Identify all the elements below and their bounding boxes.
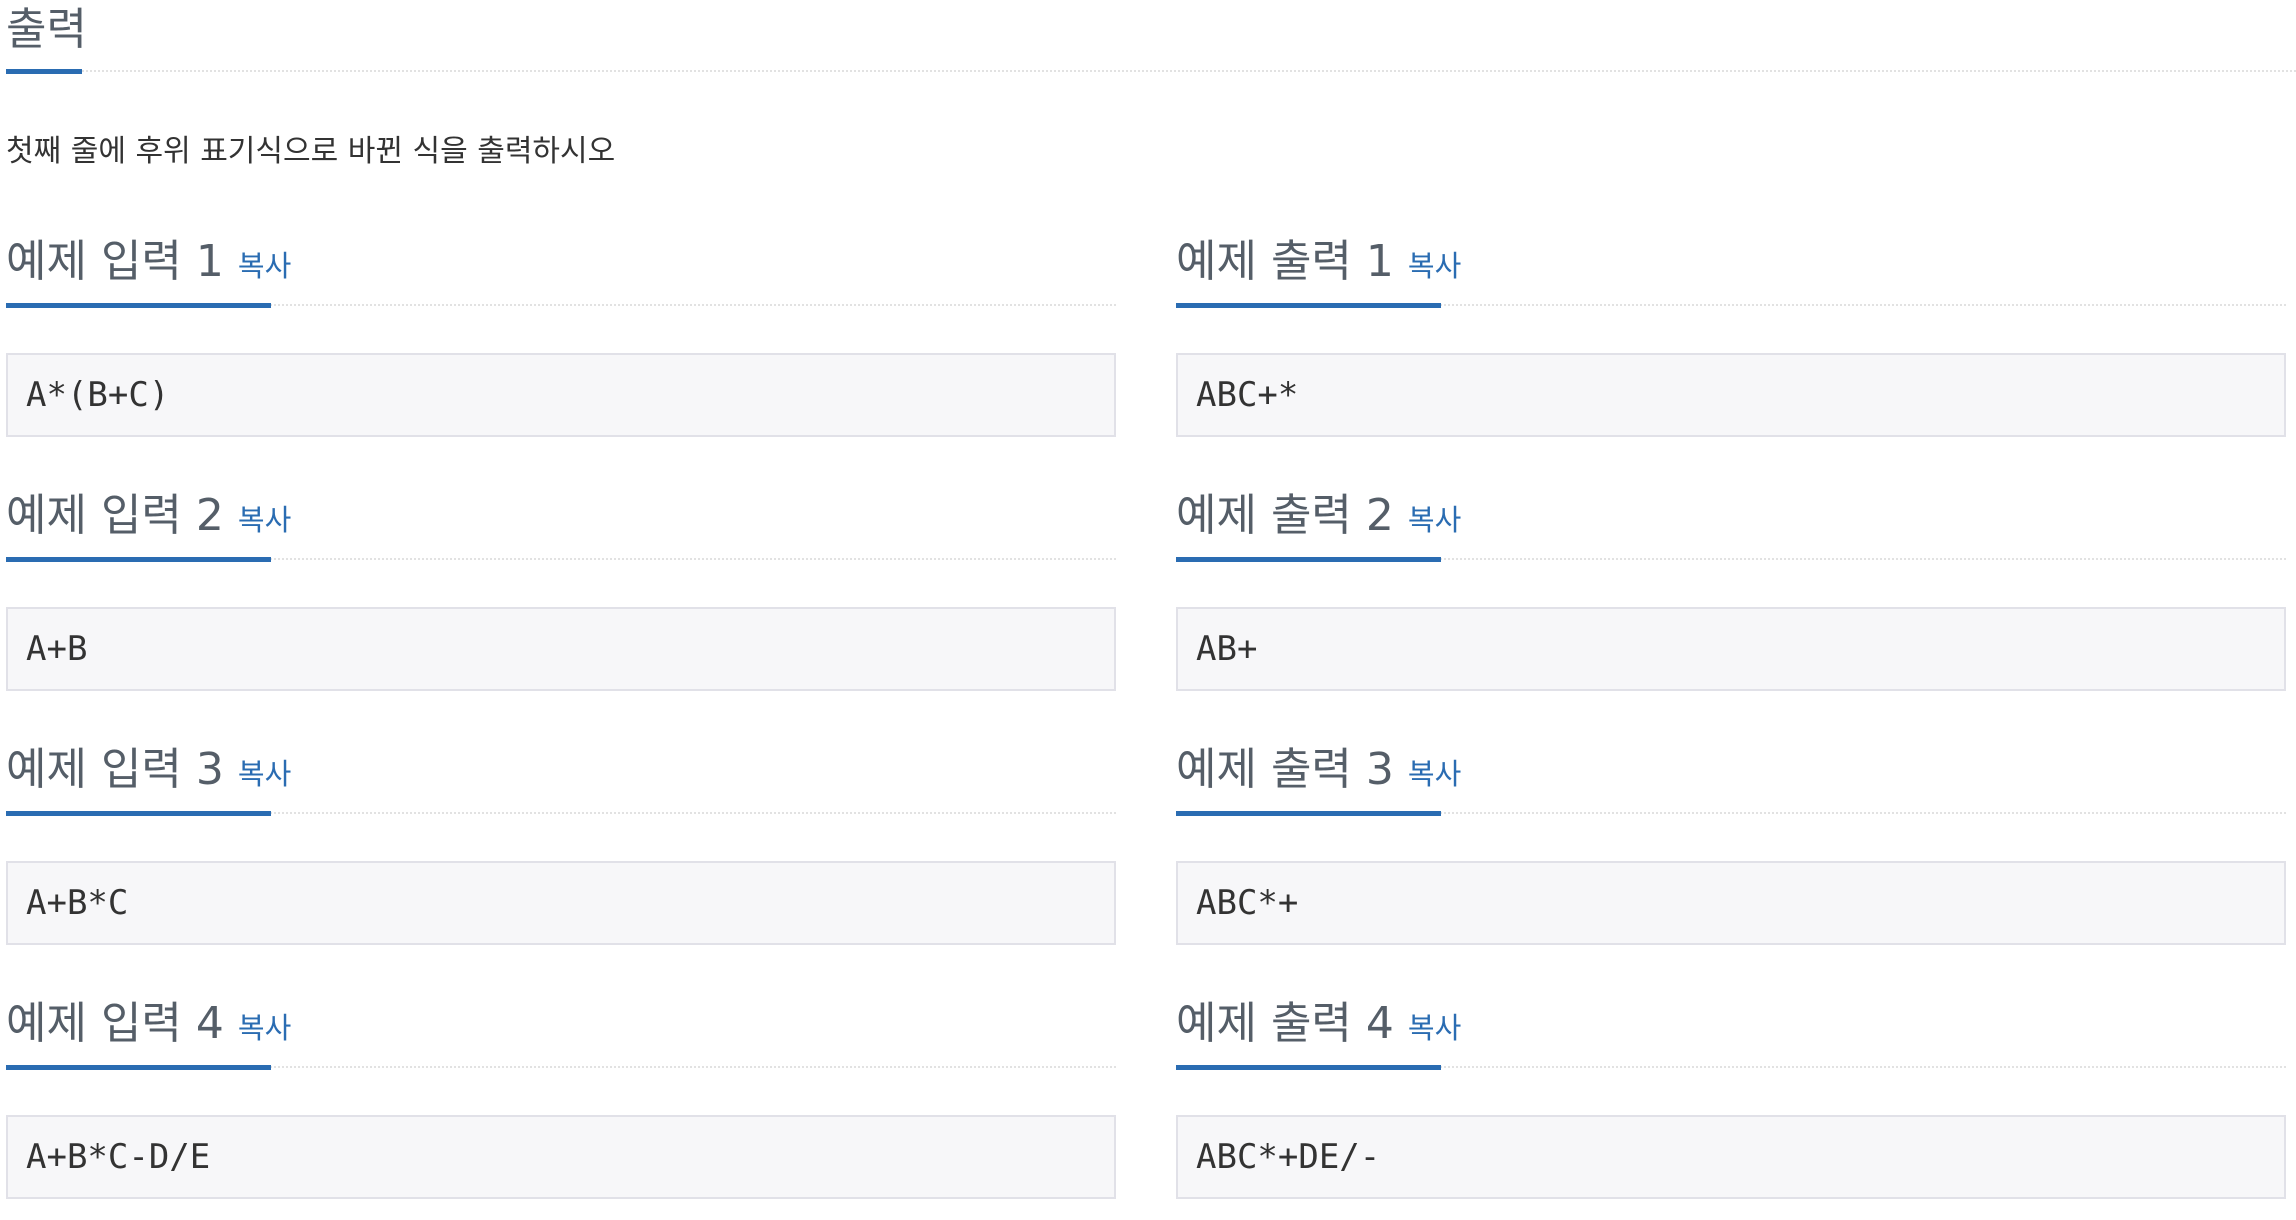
sample-title-underline <box>1176 1065 1441 1070</box>
sample-output-header: 예제 출력 2 복사 <box>1176 490 2286 562</box>
sample-title-underline <box>6 557 271 562</box>
sample-input-title-text: 예제 입력 4 <box>6 998 224 1049</box>
output-description: 첫째 줄에 후위 표기식으로 바뀐 식을 출력하시오 <box>6 134 616 169</box>
sample-output-title-text: 예제 출력 3 <box>1176 744 1394 795</box>
sample-output-header: 예제 출력 3 복사 <box>1176 744 2286 816</box>
sample-input-code: A+B <box>6 607 1116 691</box>
sample-output-title-text: 예제 출력 2 <box>1176 490 1394 541</box>
sample-title-underline <box>6 811 271 816</box>
sample-input-4: 예제 입력 4 복사 A+B*C-D/E <box>6 998 1116 1208</box>
sample-input-title-text: 예제 입력 2 <box>6 490 224 541</box>
sample-title-underline <box>1176 811 1441 816</box>
sample-input-2: 예제 입력 2 복사 A+B <box>6 490 1116 700</box>
problem-output-section: 출력 첫째 줄에 후위 표기식으로 바뀐 식을 출력하시오 예제 입력 1 복사 … <box>0 0 2296 1220</box>
sample-output-4: 예제 출력 4 복사 ABC*+DE/- <box>1176 998 2286 1208</box>
copy-button[interactable]: 복사 <box>238 1011 291 1045</box>
copy-button[interactable]: 복사 <box>238 503 291 537</box>
sample-output-2: 예제 출력 2 복사 AB+ <box>1176 490 2286 700</box>
sample-input-3: 예제 입력 3 복사 A+B*C <box>6 744 1116 954</box>
copy-button[interactable]: 복사 <box>1408 503 1461 537</box>
sample-input-header: 예제 입력 1 복사 <box>6 236 1116 308</box>
sample-output-title: 예제 출력 3 복사 <box>1176 744 1461 800</box>
sample-input-code: A+B*C-D/E <box>6 1115 1116 1199</box>
section-title-underline <box>6 69 82 74</box>
sample-input-code: A*(B+C) <box>6 353 1116 437</box>
sample-output-1: 예제 출력 1 복사 ABC+* <box>1176 236 2286 446</box>
sample-input-code: A+B*C <box>6 861 1116 945</box>
output-section-title: 출력 <box>6 4 87 55</box>
sample-input-header: 예제 입력 2 복사 <box>6 490 1116 562</box>
sample-output-3: 예제 출력 3 복사 ABC*+ <box>1176 744 2286 954</box>
sample-input-header: 예제 입력 4 복사 <box>6 998 1116 1070</box>
copy-button[interactable]: 복사 <box>238 757 291 791</box>
sample-input-header: 예제 입력 3 복사 <box>6 744 1116 816</box>
sample-output-title-text: 예제 출력 1 <box>1176 236 1394 287</box>
sample-output-title: 예제 출력 1 복사 <box>1176 236 1461 292</box>
sample-input-title-text: 예제 입력 3 <box>6 744 224 795</box>
sample-title-underline <box>1176 557 1441 562</box>
copy-button[interactable]: 복사 <box>238 249 291 283</box>
sample-output-title-text: 예제 출력 4 <box>1176 998 1394 1049</box>
copy-button[interactable]: 복사 <box>1408 757 1461 791</box>
sample-output-code: ABC+* <box>1176 353 2286 437</box>
sample-input-title: 예제 입력 3 복사 <box>6 744 291 800</box>
sample-output-title: 예제 출력 4 복사 <box>1176 998 1461 1054</box>
sample-output-header: 예제 출력 1 복사 <box>1176 236 2286 308</box>
sample-output-code: ABC*+ <box>1176 861 2286 945</box>
sample-output-title: 예제 출력 2 복사 <box>1176 490 1461 546</box>
sample-input-title: 예제 입력 4 복사 <box>6 998 291 1054</box>
sample-output-header: 예제 출력 4 복사 <box>1176 998 2286 1070</box>
output-section-header: 출력 <box>6 0 2296 74</box>
sample-output-code: AB+ <box>1176 607 2286 691</box>
sample-title-underline <box>6 1065 271 1070</box>
copy-button[interactable]: 복사 <box>1408 249 1461 283</box>
sample-output-code: ABC*+DE/- <box>1176 1115 2286 1199</box>
sample-input-1: 예제 입력 1 복사 A*(B+C) <box>6 236 1116 446</box>
copy-button[interactable]: 복사 <box>1408 1011 1461 1045</box>
sample-input-title: 예제 입력 1 복사 <box>6 236 291 292</box>
sample-input-title: 예제 입력 2 복사 <box>6 490 291 546</box>
sample-title-underline <box>1176 303 1441 308</box>
sample-input-title-text: 예제 입력 1 <box>6 236 224 287</box>
section-divider <box>6 70 2296 72</box>
sample-title-underline <box>6 303 271 308</box>
